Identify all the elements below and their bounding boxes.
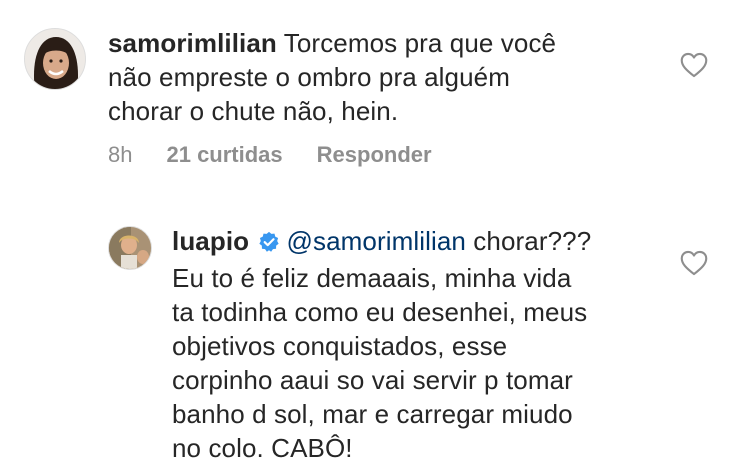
comment-text-line-2: Eu to é feliz demaaais, minha vida <box>172 263 572 293</box>
avatar[interactable] <box>108 226 152 270</box>
like-button[interactable] <box>680 250 708 276</box>
comment-text-line-1: Torcemos pra que você <box>276 28 557 58</box>
avatar[interactable] <box>24 28 86 90</box>
comment-text: samorimlilian Torcemos pra que você não … <box>108 26 668 128</box>
comment-luapio-reply: luapio @samorimlilian chorar??? Eu to é … <box>0 200 750 463</box>
comment-text-line-5: corpinho aaui so vai servir p tomar <box>172 365 573 395</box>
comment-likes-count[interactable]: 21 curtidas <box>166 142 282 168</box>
comment-text-line-3: chorar o chute não, hein. <box>108 96 399 126</box>
comment-samorimlilian: samorimlilian Torcemos pra que você não … <box>0 0 750 190</box>
heart-outline-icon <box>680 52 708 78</box>
comment-time[interactable]: 8h <box>108 142 132 168</box>
comment-text-line-1: chorar??? <box>465 226 592 256</box>
comment-text-line-2: não empreste o ombro pra alguém <box>108 62 510 92</box>
reply-button[interactable]: Responder <box>317 142 432 168</box>
comment-username[interactable]: samorimlilian <box>108 28 277 58</box>
comment-text-line-4: objetivos conquistados, esse <box>172 331 508 361</box>
comment-text-line-6: banho d sol, mar e carregar miudo <box>172 399 573 429</box>
mention-link[interactable]: @samorimlilian <box>286 226 466 256</box>
comment-text: luapio @samorimlilian chorar??? Eu to é … <box>172 224 672 465</box>
verified-badge-icon <box>258 227 280 261</box>
comment-meta: 8h 21 curtidas Responder <box>108 142 432 168</box>
heart-outline-icon <box>680 250 708 276</box>
comment-username[interactable]: luapio <box>172 226 249 256</box>
comment-text-line-3: ta todinha como eu desenhei, meus <box>172 297 588 327</box>
avatar-image <box>25 29 85 89</box>
avatar-image <box>109 227 151 269</box>
like-button[interactable] <box>680 52 708 78</box>
